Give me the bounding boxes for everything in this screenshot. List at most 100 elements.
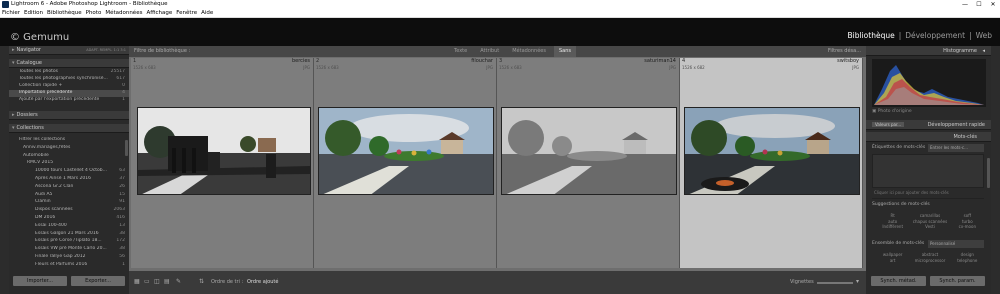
collection-item[interactable]: RMCV 2015 <box>9 160 129 167</box>
collections-filter-row[interactable]: Filtrer les collections <box>9 137 129 144</box>
preset-select[interactable]: Valeurs par... <box>872 122 905 127</box>
photo-thumbnail-image <box>502 108 676 194</box>
right-panel-edge[interactable] <box>991 46 1000 294</box>
grid-cell-selected[interactable]: 4 1526 x 682 switsboy JPG <box>680 58 863 268</box>
collection-item[interactable]: Essais pré Corse /Tiplato 18... 172 <box>9 238 129 245</box>
export-button[interactable]: Exporter... <box>71 276 125 286</box>
collection-label: Dispos scannées <box>35 207 73 213</box>
menu-metadonnees[interactable]: Métadonnées <box>105 9 142 17</box>
keyword-suggestions: Rt camarillas soff auto chapus scannées … <box>874 213 986 230</box>
menu-affichage[interactable]: Affichage <box>146 9 172 17</box>
sort-direction-icon[interactable]: ⇅ <box>199 278 204 285</box>
collection-item[interactable]: Essai 100-400 13 <box>9 223 129 230</box>
keywords-header[interactable]: Mots-clés <box>866 132 991 142</box>
sync-settings-button[interactable]: Synch. param. <box>930 276 985 286</box>
keyword-set-item[interactable]: microprocessor <box>911 258 948 264</box>
catalog-item[interactable]: Collection rapide + 0 <box>9 83 129 90</box>
keyword-set-item[interactable]: art <box>874 258 911 264</box>
collection-item[interactable]: Finale rallye Gap 2012 56 <box>9 254 129 261</box>
filter-attribute-button[interactable]: Attribut <box>475 46 504 57</box>
photo-thumbnail[interactable] <box>137 107 311 195</box>
minimize-button[interactable]: — <box>958 0 972 9</box>
collection-item[interactable]: Dispos scannées 2063 <box>9 207 129 214</box>
survey-view-icon[interactable]: ▤ <box>164 278 170 285</box>
cell-filename: switsboy <box>837 58 859 64</box>
left-scrollbar[interactable] <box>125 140 128 156</box>
photo-thumbnail[interactable] <box>318 107 494 195</box>
suggested-keyword[interactable]: Indifférent <box>874 224 911 230</box>
maximize-button[interactable]: ☐ <box>972 0 986 9</box>
photo-info-label: ▣ Photo d'origine <box>872 109 912 114</box>
grid-view-icon[interactable]: ▦ <box>134 278 140 285</box>
brand-identity: © Gemumu <box>10 32 70 43</box>
catalog-item[interactable]: Ajouté par l'exportation précédente 1 <box>9 97 129 104</box>
navigator-header[interactable]: ▸ Navigator ADAPT. REMPL. 1:1 3:1 <box>9 46 129 55</box>
compare-view-icon[interactable]: ◫ <box>154 278 160 285</box>
catalog-item-selected[interactable]: Importation précédente 4 <box>9 90 129 97</box>
right-scrollbar[interactable] <box>987 158 990 188</box>
menu-aide[interactable]: Aide <box>201 9 213 17</box>
filter-text-button[interactable]: Texte <box>449 46 472 57</box>
grid-cell[interactable]: 1 1526 x 683 bercies JPG <box>131 58 314 268</box>
collection-item[interactable]: Fleurs et Parfums 2016 1 <box>9 262 129 269</box>
left-panel-edge[interactable] <box>0 46 9 294</box>
filter-none-button[interactable]: Sans <box>553 46 576 57</box>
navigator-zoom-options[interactable]: ADAPT. REMPL. 1:1 3:1 <box>86 46 126 55</box>
collection-item[interactable]: Ascona Gr.2 Clan 26 <box>9 184 129 191</box>
folders-header[interactable]: ▸ Dossiers <box>9 111 129 120</box>
photo-thumbnail[interactable] <box>501 107 677 195</box>
keyword-tags-select[interactable]: Entrer les mots-c... <box>928 144 984 152</box>
suggested-keyword[interactable]: Vesti <box>911 224 948 230</box>
collection-item[interactable]: DM 2016 416 <box>9 215 129 222</box>
collection-item[interactable]: Automobile <box>9 153 129 160</box>
collection-item[interactable]: Anniv.mariages,fêtes <box>9 145 129 152</box>
toolbar-menu-icon[interactable]: ▾ <box>856 278 859 285</box>
module-bibliotheque[interactable]: Bibliothèque <box>848 31 895 40</box>
collection-item[interactable]: Essais VW pré Monte Carlo 20... 38 <box>9 246 129 253</box>
catalog-header[interactable]: ▾ Catalogue <box>9 59 129 68</box>
keyword-set-grid: wallpaper abstract design art microproce… <box>874 252 986 263</box>
import-button[interactable]: Importer... <box>13 276 67 286</box>
keyword-text-area[interactable] <box>872 154 984 188</box>
module-separator: | <box>969 31 972 40</box>
menu-fenetre[interactable]: Fenêtre <box>176 9 197 17</box>
menu-photo[interactable]: Photo <box>86 9 102 17</box>
collection-item[interactable]: Après Ainsé 1 Mars 2016 37 <box>9 176 129 183</box>
quick-develop-title: Développement rapide <box>927 122 985 128</box>
collection-count: 38 <box>119 246 125 252</box>
histogram <box>872 59 986 107</box>
histogram-header[interactable]: Histogramme ◂ <box>866 46 991 56</box>
quick-develop-header[interactable]: Valeurs par... Développement rapide <box>866 120 991 130</box>
close-button[interactable]: ✕ <box>986 0 1000 9</box>
collection-item[interactable]: Essais Galgon 21 Mars 2016 38 <box>9 231 129 238</box>
menu-edition[interactable]: Edition <box>24 9 43 17</box>
collection-item[interactable]: Audi A5 15 <box>9 192 129 199</box>
thumbnail-size-slider[interactable] <box>817 282 853 284</box>
grid-cell[interactable]: 3 1526 x 683 saturiman14 JPG <box>497 58 680 268</box>
module-web[interactable]: Web <box>976 31 992 40</box>
filters-off-label[interactable]: Filtres désa... <box>828 46 861 57</box>
collection-item[interactable]: Clamin 91 <box>9 199 129 206</box>
catalog-item[interactable]: Toutes les photos 25517 <box>9 69 129 76</box>
window-title: Lightroom 6 - Adobe Photoshop Lightroom … <box>11 1 168 7</box>
menu-fichier[interactable]: Fichier <box>2 9 20 17</box>
painter-icon[interactable]: ✎ <box>176 278 181 285</box>
suggested-keyword[interactable]: cx-moon <box>949 224 986 230</box>
keyword-set-item[interactable]: telephone <box>949 258 986 264</box>
sort-value[interactable]: Ordre ajouté <box>247 279 278 285</box>
collection-item[interactable]: 10000 tours Castellet 4 Octob... 63 <box>9 168 129 175</box>
filter-metadata-button[interactable]: Métadonnées <box>507 46 551 57</box>
collection-count: 416 <box>116 215 125 220</box>
module-developpement[interactable]: Développement <box>905 31 965 40</box>
keyword-input[interactable]: Cliquer ici pour ajouter des mots-clés <box>874 190 949 195</box>
catalog-item[interactable]: Toutes les photographies synchronisé... 6… <box>9 76 129 83</box>
collections-header[interactable]: ▾ Collections <box>9 124 129 133</box>
sync-metadata-button[interactable]: Synch. métad. <box>871 276 926 286</box>
photo-thumbnail[interactable] <box>684 107 860 195</box>
cell-filename: bercies <box>291 58 310 64</box>
collection-count: 63 <box>119 168 125 174</box>
keyword-set-select[interactable]: Personnalisé <box>928 240 984 248</box>
grid-cell[interactable]: 2 1526 x 683 filouchar JPG <box>314 58 497 268</box>
loupe-view-icon[interactable]: ▭ <box>144 278 150 285</box>
menu-bibliotheque[interactable]: Bibliothèque <box>47 9 82 17</box>
